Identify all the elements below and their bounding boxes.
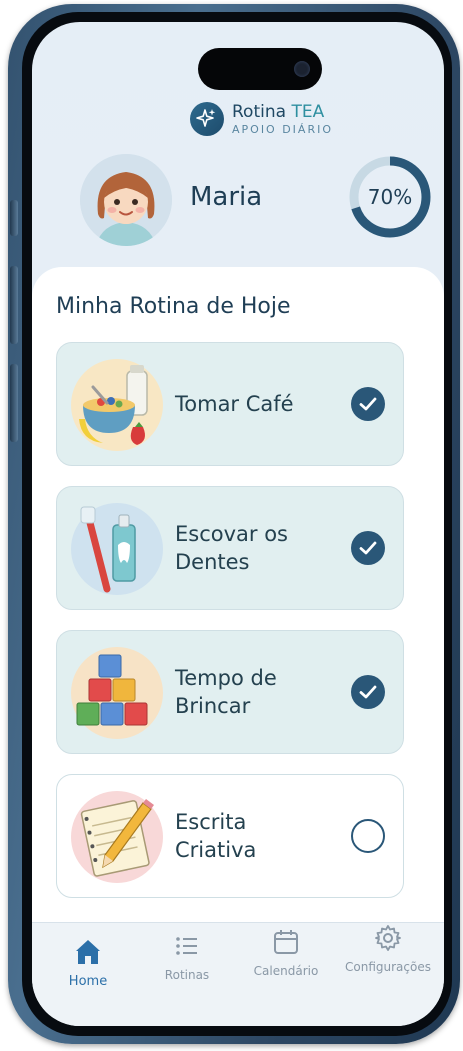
bottom-nav: Home Rotinas Calendário Configurações <box>32 922 444 1026</box>
breakfast-icon <box>71 359 163 451</box>
app-name: Rotina TEA <box>232 101 325 122</box>
volume-down-button <box>10 364 18 442</box>
user-name: Maria <box>190 182 263 212</box>
action-button <box>10 200 18 236</box>
nav-label-settings: Configurações <box>345 960 431 974</box>
check-circle-icon[interactable] <box>351 531 385 565</box>
section-title: Minha Rotina de Hoje <box>56 294 291 319</box>
app-screen: Rotina TEA APOIO DIÁRIO Maria 70% Minha … <box>32 22 444 1026</box>
nav-label-home: Home <box>68 974 108 989</box>
volume-up-button <box>10 266 18 344</box>
nav-calendar[interactable]: Calendário <box>236 927 336 978</box>
app-logo: Rotina TEA APOIO DIÁRIO <box>190 102 333 136</box>
task-label: Escovar os Dentes <box>175 521 288 574</box>
empty-circle-icon[interactable] <box>351 819 385 853</box>
task-card-escrita-criativa[interactable]: Escrita Criativa <box>56 774 404 898</box>
task-card-escovar-os-dentes[interactable]: Escovar os Dentes <box>56 486 404 610</box>
nav-home[interactable]: Home <box>38 937 138 989</box>
task-card-tomar-cafe[interactable]: Tomar Café <box>56 342 404 466</box>
phone-frame: Rotina TEA APOIO DIÁRIO Maria 70% Minha … <box>8 4 460 1044</box>
nav-routines[interactable]: Rotinas <box>137 931 237 982</box>
check-circle-icon[interactable] <box>351 675 385 709</box>
notebook-pencil-icon <box>71 791 163 883</box>
task-label: Escrita Criativa <box>175 809 257 862</box>
task-card-tempo-de-brincar[interactable]: Tempo de Brincar <box>56 630 404 754</box>
avatar[interactable] <box>80 154 172 246</box>
nav-label-calendar: Calendário <box>253 964 319 978</box>
progress-percent: 70% <box>367 185 413 209</box>
dynamic-island <box>198 48 322 90</box>
sparkle-icon <box>190 102 224 136</box>
task-label: Tomar Café <box>175 391 294 416</box>
task-label: Tempo de Brincar <box>175 665 277 718</box>
list-icon <box>176 937 197 955</box>
toy-blocks-icon <box>71 647 163 739</box>
calendar-icon <box>274 930 298 954</box>
home-icon <box>76 940 100 964</box>
nav-settings[interactable]: Configurações <box>332 923 444 974</box>
app-subtitle: APOIO DIÁRIO <box>232 122 333 136</box>
gear-icon <box>375 925 401 951</box>
toothbrush-icon <box>71 503 163 595</box>
nav-label-routines: Rotinas <box>164 968 210 982</box>
check-circle-icon[interactable] <box>351 387 385 421</box>
